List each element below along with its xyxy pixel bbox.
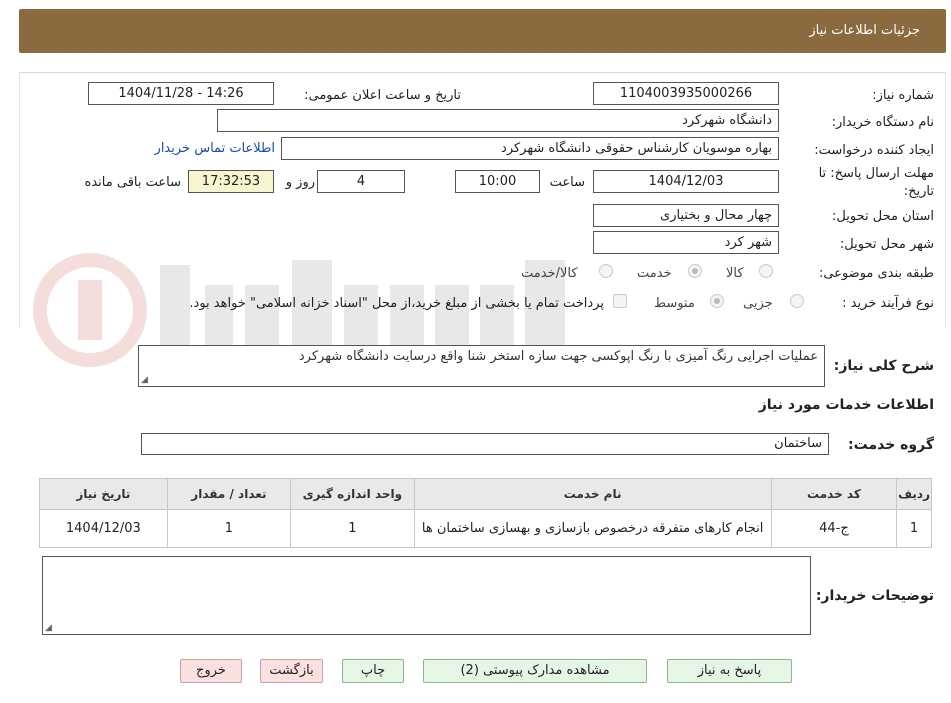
- col-code: کد خدمت: [770, 478, 898, 510]
- process-medium-radio[interactable]: [710, 294, 724, 308]
- category-service-radio[interactable]: [688, 264, 702, 278]
- col-unit: واحد اندازه گیری: [290, 478, 415, 510]
- deadline-time-field: 10:00: [455, 170, 540, 193]
- buyer-notes-textarea[interactable]: ◢: [42, 556, 811, 635]
- description-label: شرح کلی نیاز:: [833, 358, 934, 374]
- category-goods-service-label: کالا/خدمت: [521, 266, 578, 281]
- treasury-payment-checkbox[interactable]: [613, 294, 627, 308]
- cell-row: 1: [896, 509, 932, 548]
- description-textarea[interactable]: عملیات اجرایی رنگ آمیزی با رنگ اپوکسی جه…: [138, 345, 825, 387]
- days-field: 4: [317, 170, 405, 193]
- table-header-row: ردیف کد خدمت نام خدمت واحد اندازه گیری ت…: [39, 478, 932, 510]
- need-number-field: 1104003935000266: [593, 82, 779, 105]
- service-group-field: ساختمان: [141, 433, 829, 455]
- cell-code: ج-44: [770, 509, 898, 548]
- page-header: جزئیات اطلاعات نیاز: [19, 9, 946, 53]
- category-label: طبقه بندی موضوعی:: [818, 266, 934, 281]
- cell-unit: 1: [290, 509, 415, 548]
- description-text: عملیات اجرایی رنگ آمیزی با رنگ اپوکسی جه…: [298, 349, 818, 364]
- city-field: شهر کرد: [593, 231, 779, 254]
- treasury-payment-note: پرداخت تمام یا بخشی از مبلغ خرید،از محل …: [189, 296, 604, 311]
- services-table: ردیف کد خدمت نام خدمت واحد اندازه گیری ت…: [39, 478, 932, 548]
- announce-field: 1404/11/28 - 14:26: [88, 82, 274, 105]
- buyer-org-label: نام دستگاه خریدار:: [831, 115, 934, 130]
- attachments-button[interactable]: مشاهده مدارک پیوستی (2): [423, 659, 647, 683]
- category-goods-label: کالا: [726, 266, 744, 281]
- process-medium-label: متوسط: [654, 296, 695, 311]
- reply-button[interactable]: پاسخ به نیاز: [667, 659, 792, 683]
- creator-label: ایجاد کننده درخواست:: [814, 143, 934, 158]
- buyer-org-field: دانشگاه شهرکرد: [217, 109, 779, 132]
- cell-date: 1404/12/03: [39, 509, 168, 548]
- buyer-contact-link[interactable]: اطلاعات تماس خریدار: [155, 141, 275, 156]
- province-label: استان محل تحویل:: [832, 209, 934, 224]
- announce-label: تاریخ و ساعت اعلان عمومی:: [304, 88, 461, 103]
- print-button[interactable]: چاپ: [342, 659, 404, 683]
- cell-qty: 1: [166, 509, 292, 548]
- page-title: جزئیات اطلاعات نیاز: [809, 23, 920, 38]
- cell-name: انجام کارهای متفرقه درخصوص بازسازی و بهس…: [413, 509, 772, 548]
- days-label: روز و: [285, 175, 315, 190]
- remaining-label: ساعت باقی مانده: [84, 175, 181, 190]
- process-label: نوع فرآیند خرید :: [842, 296, 934, 311]
- back-button[interactable]: بازگشت: [260, 659, 323, 683]
- services-section-title: اطلاعات خدمات مورد نیاز: [758, 397, 934, 413]
- need-number-label: شماره نیاز:: [872, 88, 934, 103]
- service-group-label: گروه خدمت:: [848, 437, 934, 453]
- time-label: ساعت: [549, 175, 585, 190]
- buyer-notes-label: توضیحات خریدار:: [815, 588, 934, 604]
- category-service-label: خدمت: [637, 266, 672, 281]
- resize-grip-icon[interactable]: ◢: [45, 623, 52, 633]
- deadline-date-field: 1404/12/03: [593, 170, 779, 193]
- deadline-label: مهلت ارسال پاسخ: تا: [818, 166, 934, 181]
- resize-grip-icon[interactable]: ◢: [141, 375, 148, 385]
- process-partial-radio[interactable]: [790, 294, 804, 308]
- city-label: شهر محل تحویل:: [839, 237, 934, 252]
- deadline-label-2: تاریخ:: [903, 184, 934, 199]
- col-row: ردیف: [896, 478, 932, 510]
- process-partial-label: جزیی: [743, 296, 773, 311]
- creator-field: بهاره موسویان کارشناس حقوقی دانشگاه شهرک…: [281, 137, 779, 160]
- table-row: 1 ج-44 انجام کارهای متفرقه درخصوص بازساز…: [39, 509, 932, 548]
- col-qty: تعداد / مقدار: [166, 478, 292, 510]
- remaining-time-field: 17:32:53: [188, 170, 274, 193]
- col-name: نام خدمت: [413, 478, 772, 510]
- category-goods-service-radio[interactable]: [599, 264, 613, 278]
- category-goods-radio[interactable]: [759, 264, 773, 278]
- exit-button[interactable]: خروج: [180, 659, 242, 683]
- province-field: چهار محال و بختیاری: [593, 204, 779, 227]
- col-date: تاریخ نیاز: [39, 478, 168, 510]
